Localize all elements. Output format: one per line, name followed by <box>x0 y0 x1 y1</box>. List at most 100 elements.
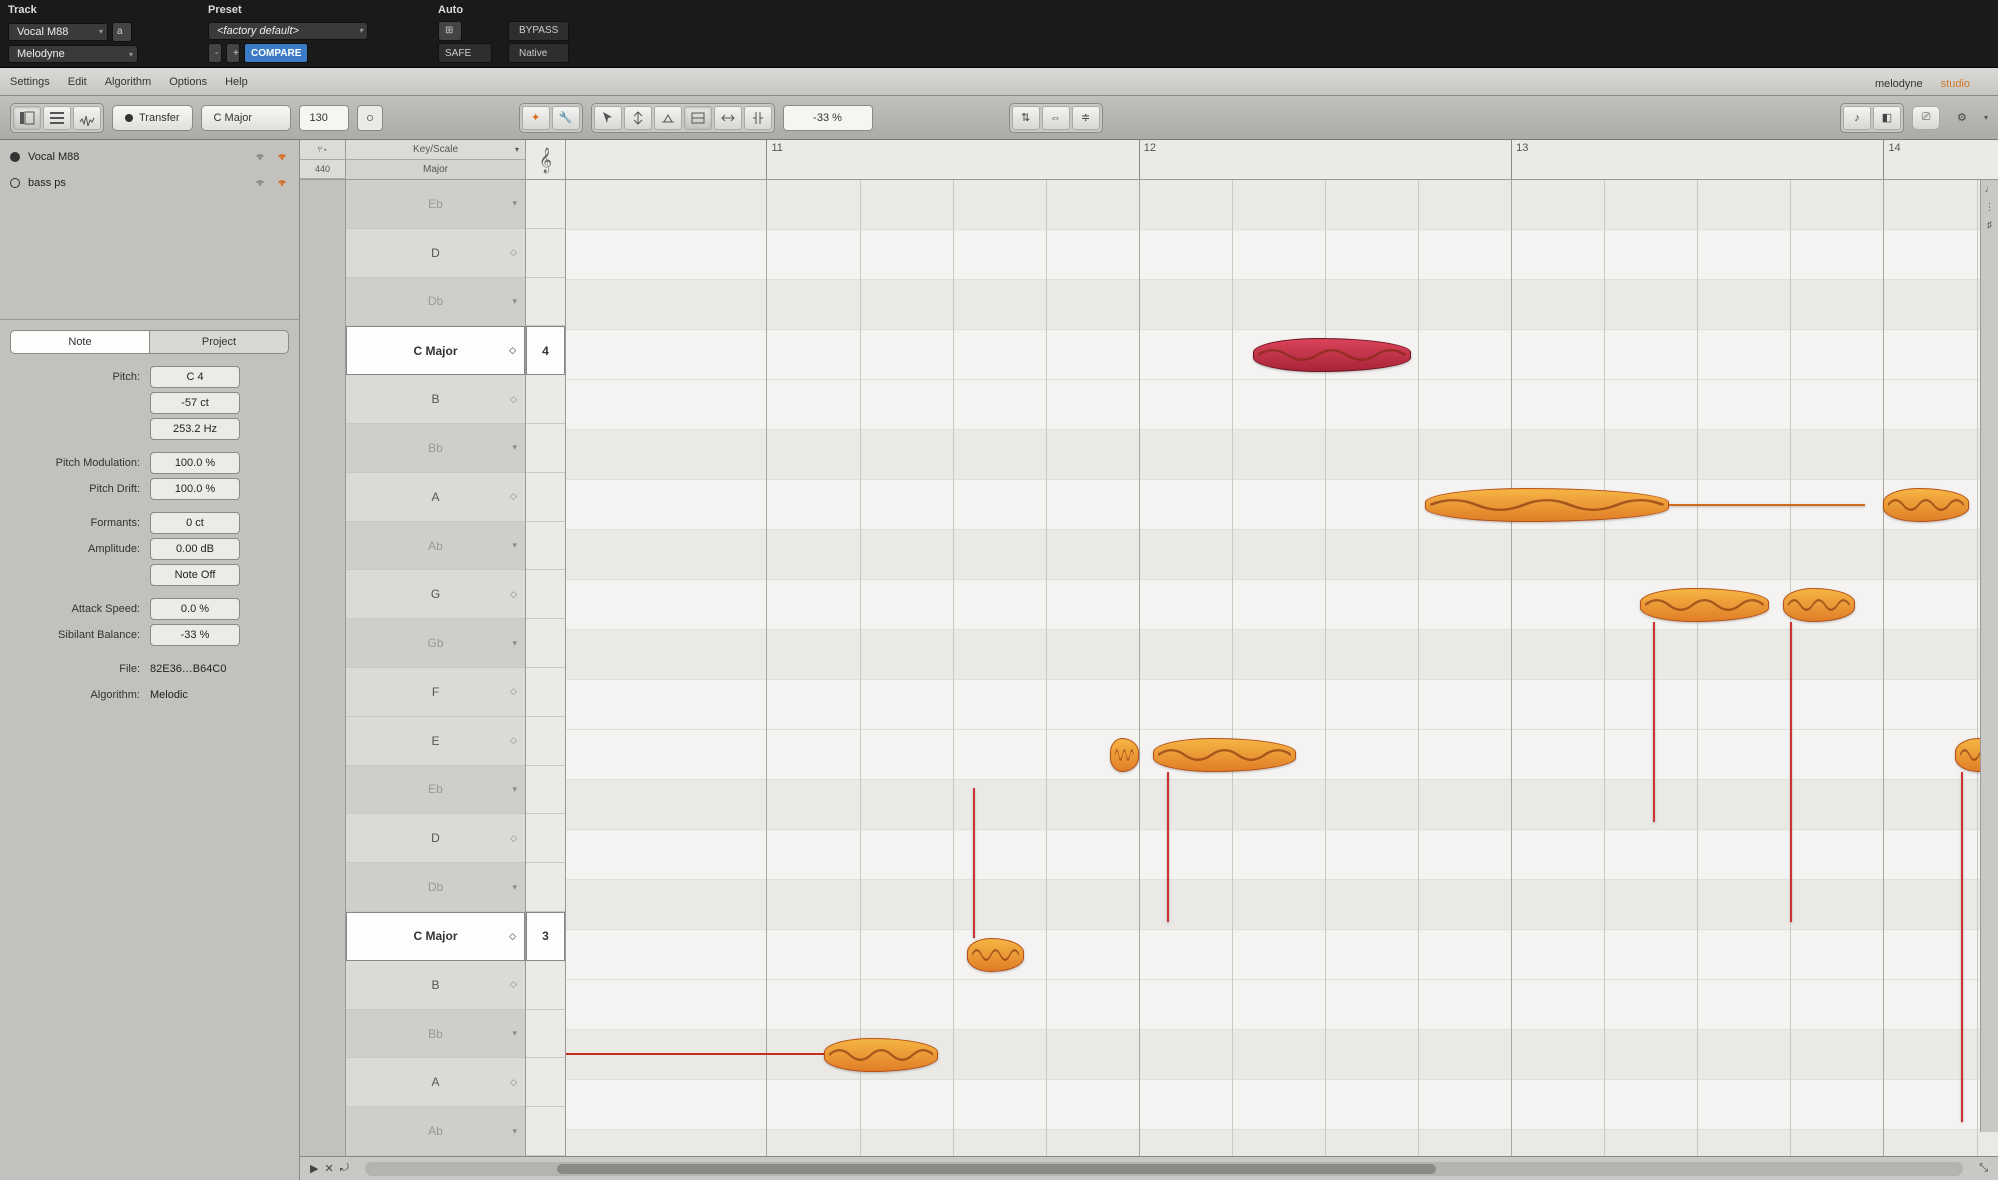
treble-clef-icon[interactable]: 𝄞 <box>526 140 566 179</box>
compare-button[interactable]: COMPARE <box>244 43 308 63</box>
note-blob[interactable] <box>1110 738 1139 772</box>
pitch-row[interactable]: B◇ <box>346 961 525 1010</box>
pitch-row[interactable]: A◇ <box>346 1058 525 1107</box>
pitch-hz-field[interactable]: 253.2 Hz <box>150 418 240 440</box>
pitch-row[interactable]: D◇ <box>346 229 525 278</box>
tool-wrench-icon[interactable]: 🔧 <box>552 106 580 130</box>
tuning-freq[interactable]: 440 <box>300 160 346 180</box>
track-selector[interactable]: Vocal M88 <box>8 23 108 41</box>
scale-mode-dropdown[interactable]: Major <box>346 160 526 179</box>
pitch-row[interactable]: Db▾ <box>346 278 525 327</box>
tab-note[interactable]: Note <box>10 330 150 354</box>
pitch-row[interactable]: A◇ <box>346 473 525 522</box>
tuning-fork-icon[interactable]: ⑂▾ <box>300 140 346 160</box>
menu-algorithm[interactable]: Algorithm <box>105 76 151 88</box>
track-link-orange-icon[interactable] <box>275 176 289 190</box>
triplet-icon[interactable]: ⋮ <box>1984 202 1996 214</box>
main-tool-icon[interactable] <box>594 106 622 130</box>
pitch-row[interactable]: Ab▾ <box>346 522 525 571</box>
track-row[interactable]: bass ps <box>4 170 295 196</box>
chord-mode-icon[interactable]: ♯ <box>1984 220 1996 232</box>
formant-tool-icon[interactable] <box>654 106 682 130</box>
pitch-row[interactable]: Ab▾ <box>346 1107 525 1156</box>
tool-value-field[interactable]: -33 % <box>783 105 873 131</box>
note-assign-icon[interactable]: ♪ <box>1843 106 1871 130</box>
track-row[interactable]: Vocal M88 <box>4 144 295 170</box>
tempo-field[interactable]: 130 <box>299 105 349 131</box>
pitch-row[interactable]: D◇ <box>346 814 525 863</box>
note-blob[interactable] <box>1153 738 1296 772</box>
quantize-pitch-icon[interactable]: ⇅ <box>1012 106 1040 130</box>
attack-speed-field[interactable]: 0.0 % <box>150 598 240 620</box>
tempo-link-icon[interactable] <box>357 105 383 131</box>
time-ruler[interactable]: 11 12 13 14 <box>566 140 1998 179</box>
pitch-ruler[interactable]: Eb▾D◇Db▾C Major◇B◇Bb▾A◇Ab▾G◇Gb▾F◇E◇Eb▾D◇… <box>346 180 526 1156</box>
key-scale-dropdown[interactable]: Key/Scale <box>346 140 526 160</box>
amplitude-tool-icon[interactable] <box>684 106 712 130</box>
key-display[interactable]: C Major <box>201 105 291 131</box>
view-tracks-icon[interactable] <box>13 106 41 130</box>
sound-editor-icon[interactable]: ◧ <box>1873 106 1901 130</box>
pitch-row[interactable]: B◇ <box>346 375 525 424</box>
auto-write-button[interactable]: ⊞ <box>438 21 462 41</box>
correct-pitch-macro-icon[interactable]: ✦ <box>522 106 550 130</box>
tab-project[interactable]: Project <box>150 330 289 354</box>
pitch-row[interactable]: Bb▾ <box>346 1010 525 1059</box>
pitch-row[interactable]: C Major◇ <box>346 326 525 375</box>
note-blob[interactable] <box>1640 588 1769 622</box>
amplitude-field[interactable]: 0.00 dB <box>150 538 240 560</box>
note-grid[interactable] <box>566 180 1998 1156</box>
pitch-note-field[interactable]: C 4 <box>150 366 240 388</box>
sibilant-balance-field[interactable]: -33 % <box>150 624 240 646</box>
mixer-icon[interactable]: ⎚ <box>1912 106 1940 130</box>
level-macro-icon[interactable]: ≑ <box>1072 106 1100 130</box>
view-list-icon[interactable] <box>43 106 71 130</box>
note-blob[interactable] <box>1253 338 1411 372</box>
note-blob[interactable] <box>1883 488 1969 522</box>
pitch-row[interactable]: Bb▾ <box>346 424 525 473</box>
menu-options[interactable]: Options <box>169 76 207 88</box>
track-link-grey-icon[interactable] <box>253 150 267 164</box>
transfer-button[interactable]: Transfer <box>112 105 193 131</box>
note-blob[interactable] <box>824 1038 939 1072</box>
note-blob[interactable] <box>1425 488 1668 522</box>
cycle-icon[interactable]: ⤾ <box>340 1162 349 1175</box>
quantize-time-icon[interactable]: ⇔ <box>1042 106 1070 130</box>
horizontal-scrollbar[interactable] <box>365 1162 1963 1176</box>
note-blob[interactable] <box>1783 588 1855 622</box>
pitch-row[interactable]: C Major◇ <box>346 912 525 961</box>
play-cursor-icon[interactable]: ▶ <box>310 1162 318 1175</box>
pitch-row[interactable]: F◇ <box>346 668 525 717</box>
pitch-tool-icon[interactable] <box>624 106 652 130</box>
pitch-row[interactable]: Db▾ <box>346 863 525 912</box>
menu-edit[interactable]: Edit <box>68 76 87 88</box>
pitch-row[interactable]: E◇ <box>346 717 525 766</box>
plugin-selector[interactable]: Melodyne <box>8 45 138 63</box>
track-link-orange-icon[interactable] <box>275 150 289 164</box>
preset-selector[interactable]: <factory default> <box>208 22 368 40</box>
note-blob[interactable] <box>967 938 1024 972</box>
zoom-handle-icon[interactable]: ⤡ <box>1979 1162 1988 1175</box>
pitch-drift-field[interactable]: 100.0 % <box>150 478 240 500</box>
gear-icon[interactable]: ⚙ <box>1948 106 1976 130</box>
scrub-icon[interactable]: ✕ <box>324 1162 333 1175</box>
timing-tool-icon[interactable] <box>714 106 742 130</box>
gear-dropdown-icon[interactable]: ▾ <box>1984 113 1988 122</box>
menu-help[interactable]: Help <box>225 76 248 88</box>
track-link-grey-icon[interactable] <box>253 176 267 190</box>
note-value-icon[interactable]: ♩ <box>1984 184 1996 196</box>
pitch-mod-field[interactable]: 100.0 % <box>150 452 240 474</box>
view-wave-icon[interactable] <box>73 106 101 130</box>
separation-tool-icon[interactable] <box>744 106 772 130</box>
pitch-row[interactable]: G◇ <box>346 570 525 619</box>
formants-field[interactable]: 0 ct <box>150 512 240 534</box>
safe-button[interactable]: SAFE <box>438 43 492 63</box>
track-active-dot-icon[interactable] <box>10 152 20 162</box>
bypass-button[interactable]: BYPASS <box>508 21 569 41</box>
pitch-row[interactable]: Eb▾ <box>346 766 525 815</box>
menu-settings[interactable]: Settings <box>10 76 50 88</box>
pitch-cents-field[interactable]: -57 ct <box>150 392 240 414</box>
track-suffix[interactable]: a <box>112 22 132 42</box>
note-off-button[interactable]: Note Off <box>150 564 240 586</box>
track-active-dot-icon[interactable] <box>10 178 20 188</box>
